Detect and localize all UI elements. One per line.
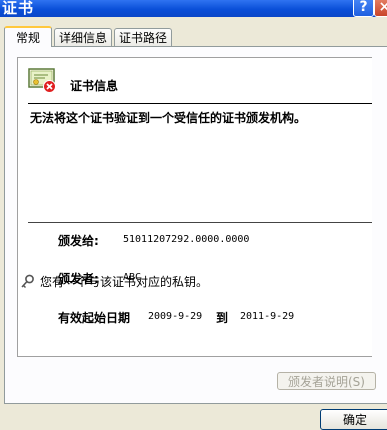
window-title: 证书 bbox=[2, 0, 35, 17]
tab-general[interactable]: 常规 bbox=[4, 26, 52, 47]
private-key-note: 您有一个与该证书对应的私钥。 bbox=[40, 275, 209, 289]
tab-certification-path[interactable]: 证书路径 bbox=[114, 28, 172, 46]
divider bbox=[28, 103, 372, 104]
key-icon bbox=[21, 274, 34, 288]
close-button[interactable]: × bbox=[374, 0, 387, 17]
info-title: 证书信息 bbox=[70, 79, 119, 93]
certificate-error-icon bbox=[28, 68, 56, 93]
tab-details[interactable]: 详细信息 bbox=[54, 28, 112, 46]
divider bbox=[28, 222, 372, 223]
certificate-info-box: 证书信息 无法将这个证书验证到一个受信任的证书颁发机构。 颁发给: 510112… bbox=[17, 57, 372, 357]
issued-to-value[interactable]: 51011207292.0000.0000 bbox=[123, 234, 249, 245]
issued-to-label: 颁发给: bbox=[58, 234, 99, 248]
issuer-statement-button[interactable]: 颁发者说明(S) bbox=[277, 372, 376, 390]
valid-from-label: 有效起始日期 bbox=[58, 311, 131, 325]
valid-from-value: 2009-9-29 bbox=[148, 311, 203, 322]
title-bar[interactable]: 证书 ? × bbox=[0, 0, 387, 17]
valid-to-label: 到 bbox=[216, 311, 229, 325]
ok-button[interactable]: 确定 bbox=[320, 409, 387, 430]
trust-warning: 无法将这个证书验证到一个受信任的证书颁发机构。 bbox=[30, 111, 307, 125]
valid-to-value: 2011-9-29 bbox=[240, 311, 295, 322]
help-button[interactable]: ? bbox=[353, 0, 374, 17]
